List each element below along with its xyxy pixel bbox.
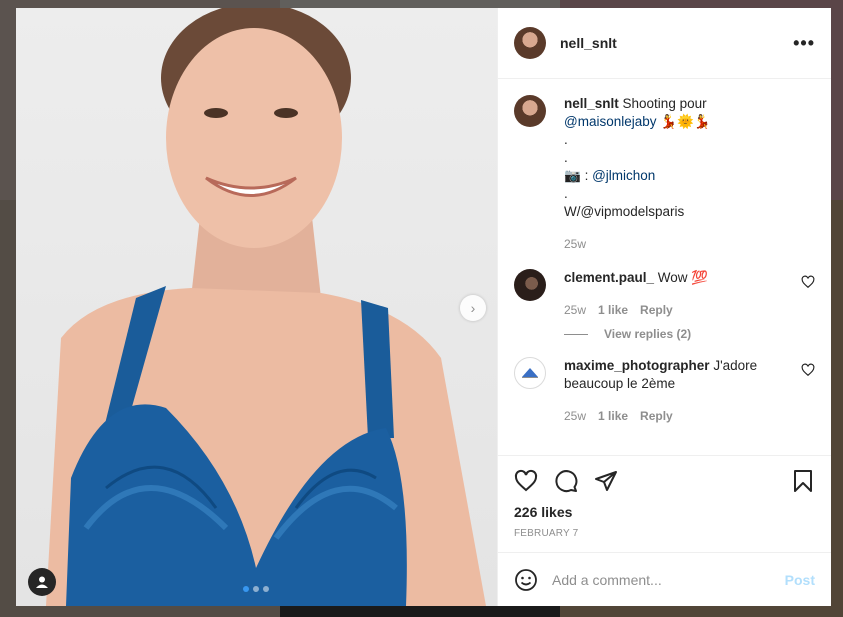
comment-composer: Post — [498, 552, 831, 606]
reply-button[interactable]: Reply — [640, 407, 673, 425]
carousel-indicator — [243, 586, 269, 592]
commenter-username[interactable]: clement.paul_ — [564, 270, 654, 285]
like-icon[interactable] — [514, 469, 538, 493]
like-comment-icon[interactable] — [801, 363, 815, 377]
caption-avatar[interactable] — [514, 95, 546, 127]
comment-likes[interactable]: 1 like — [598, 407, 628, 425]
commenter-username[interactable]: maxime_photographer — [564, 358, 710, 373]
commenter-avatar[interactable] — [514, 357, 546, 389]
comment-input[interactable] — [552, 571, 785, 588]
likes-count[interactable]: 226 likes — [514, 504, 815, 520]
caption-agency: W/@vipmodelsparis — [564, 204, 685, 219]
caption: nell_snlt Shooting pour @maisonlejaby 💃🌞… — [514, 95, 815, 253]
reply-button[interactable]: Reply — [640, 301, 673, 319]
comment-likes[interactable]: 1 like — [598, 301, 628, 319]
caption-line: . — [564, 186, 568, 201]
post-date[interactable]: FEBRUARY 7 — [514, 528, 815, 539]
logo-icon — [522, 368, 538, 378]
commenter-avatar[interactable] — [514, 269, 546, 301]
post-modal: › nell_snlt ••• nell_snlt Shooting pour … — [16, 8, 831, 606]
caption-meta: 25w — [564, 235, 815, 253]
comment-icon[interactable] — [554, 469, 578, 493]
comment-meta: 25w 1 like Reply — [564, 407, 793, 425]
comment-meta: 25w 1 like Reply — [564, 301, 793, 319]
camera-emoji: 📷 — [564, 168, 581, 183]
caption-line: . — [564, 150, 568, 165]
comment-item: maxime_photographer J'adore beaucoup le … — [514, 357, 815, 425]
carousel-dot — [243, 586, 249, 592]
user-icon — [36, 576, 48, 588]
post-actions: 226 likes FEBRUARY 7 — [498, 455, 831, 552]
post-header: nell_snlt ••• — [498, 8, 831, 79]
comment-item: clement.paul_ Wow 💯 25w 1 like Reply — [514, 269, 815, 319]
caption-time[interactable]: 25w — [564, 235, 586, 253]
view-replies-label: View replies (2) — [604, 327, 692, 341]
post-photo[interactable]: › — [16, 8, 497, 606]
share-icon[interactable] — [594, 469, 618, 493]
caption-text: Shooting pour — [622, 96, 707, 111]
replies-divider — [564, 333, 588, 335]
view-replies-button[interactable]: View replies (2) — [564, 327, 815, 341]
caption-emojis: 💃🌞💃 — [660, 114, 711, 129]
carousel-dot — [263, 586, 269, 592]
caption-mention[interactable]: @maisonlejaby — [564, 114, 657, 129]
emoji-icon[interactable] — [514, 568, 538, 592]
like-comment-icon[interactable] — [801, 275, 815, 289]
comment-time[interactable]: 25w — [564, 301, 586, 319]
post-sidebar: nell_snlt ••• nell_snlt Shooting pour @m… — [497, 8, 831, 606]
comment-text: Wow — [657, 270, 688, 285]
caption-username[interactable]: nell_snlt — [564, 96, 619, 111]
post-button[interactable]: Post — [785, 572, 815, 588]
caption-separator: : — [580, 168, 593, 183]
action-icons — [514, 466, 815, 496]
author-username[interactable]: nell_snlt — [560, 35, 617, 51]
carousel-next-button[interactable]: › — [460, 295, 486, 321]
author-avatar[interactable] — [514, 27, 546, 59]
model-photo — [46, 8, 486, 606]
chevron-right-icon: › — [470, 300, 476, 316]
more-options-icon[interactable]: ••• — [793, 33, 815, 54]
tagged-users-button[interactable] — [28, 568, 56, 596]
caption-line: . — [564, 132, 568, 147]
carousel-dot — [253, 586, 259, 592]
caption-mention[interactable]: @jlmichon — [592, 168, 655, 183]
bookmark-icon[interactable] — [791, 469, 815, 493]
comment-time[interactable]: 25w — [564, 407, 586, 425]
comment-emoji: 💯 — [691, 270, 709, 285]
comments-list[interactable]: nell_snlt Shooting pour @maisonlejaby 💃🌞… — [498, 79, 831, 455]
